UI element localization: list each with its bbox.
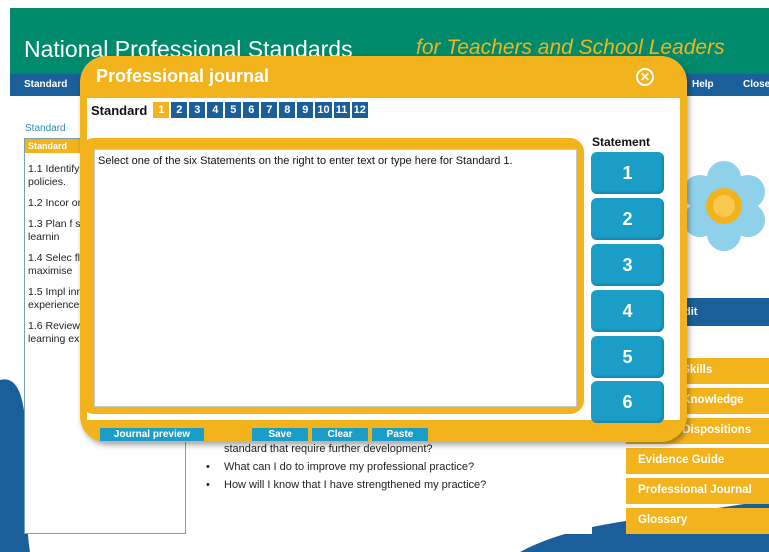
statement-button-4[interactable]: 4 bbox=[591, 290, 664, 332]
standard-tab-10[interactable]: 10 bbox=[315, 102, 332, 118]
question-line: How will I know that I have strengthened… bbox=[224, 479, 487, 491]
nav-help[interactable]: Help bbox=[692, 79, 714, 90]
menu-evidence-guide[interactable]: Evidence Guide bbox=[626, 448, 769, 474]
question-bullet: • bbox=[206, 479, 210, 491]
journal-preview-button[interactable]: Journal preview bbox=[100, 428, 204, 441]
journal-text-frame bbox=[80, 138, 584, 414]
statement-button-2[interactable]: 2 bbox=[591, 198, 664, 240]
standard-tab-1[interactable]: 1 bbox=[153, 102, 170, 118]
statement-label: Statement bbox=[592, 135, 651, 149]
app-root: National Professional Standards for Teac… bbox=[0, 0, 769, 552]
standard-tab-8[interactable]: 8 bbox=[279, 102, 296, 118]
journal-textarea[interactable] bbox=[94, 149, 577, 407]
clear-button[interactable]: Clear bbox=[312, 428, 368, 441]
breadcrumb[interactable]: Standard bbox=[25, 123, 66, 134]
statement-button-6[interactable]: 6 bbox=[591, 381, 664, 423]
standard-tab-5[interactable]: 5 bbox=[225, 102, 242, 118]
statement-button-5[interactable]: 5 bbox=[591, 336, 664, 378]
standard-tab-11[interactable]: 11 bbox=[333, 102, 350, 118]
standard-tab-7[interactable]: 7 bbox=[261, 102, 278, 118]
standard-tab-2[interactable]: 2 bbox=[171, 102, 188, 118]
standard-selector: Standard 1 2 3 4 5 6 7 8 9 10 11 12 bbox=[91, 101, 370, 119]
statement-button-1[interactable]: 1 bbox=[591, 152, 664, 194]
save-button[interactable]: Save bbox=[252, 428, 308, 441]
statement-button-3[interactable]: 3 bbox=[591, 244, 664, 286]
nav-close[interactable]: Close bbox=[743, 79, 769, 90]
menu-glossary[interactable]: Glossary bbox=[626, 508, 769, 534]
nav-standard[interactable]: Standard bbox=[24, 79, 67, 90]
flower-logo-icon bbox=[683, 161, 765, 251]
standard-tab-4[interactable]: 4 bbox=[207, 102, 224, 118]
standard-tab-12[interactable]: 12 bbox=[351, 102, 368, 118]
close-icon[interactable]: ✕ bbox=[636, 68, 654, 86]
standard-tab-9[interactable]: 9 bbox=[297, 102, 314, 118]
question-line: What can I do to improve my professional… bbox=[224, 461, 475, 473]
professional-journal-modal: Professional journal ✕ Standard 1 2 3 4 … bbox=[80, 56, 687, 442]
paste-button[interactable]: Paste bbox=[372, 428, 428, 441]
standard-label: Standard bbox=[91, 102, 148, 118]
modal-title: Professional journal bbox=[96, 66, 270, 86]
standard-tab-6[interactable]: 6 bbox=[243, 102, 260, 118]
modal-body: Standard 1 2 3 4 5 6 7 8 9 10 11 12 Stat… bbox=[80, 98, 680, 423]
standard-tab-3[interactable]: 3 bbox=[189, 102, 206, 118]
question-bullet: • bbox=[206, 461, 210, 473]
menu-professional-journal[interactable]: Professional Journal bbox=[626, 478, 769, 504]
question-line: standard that require further developmen… bbox=[224, 443, 433, 455]
